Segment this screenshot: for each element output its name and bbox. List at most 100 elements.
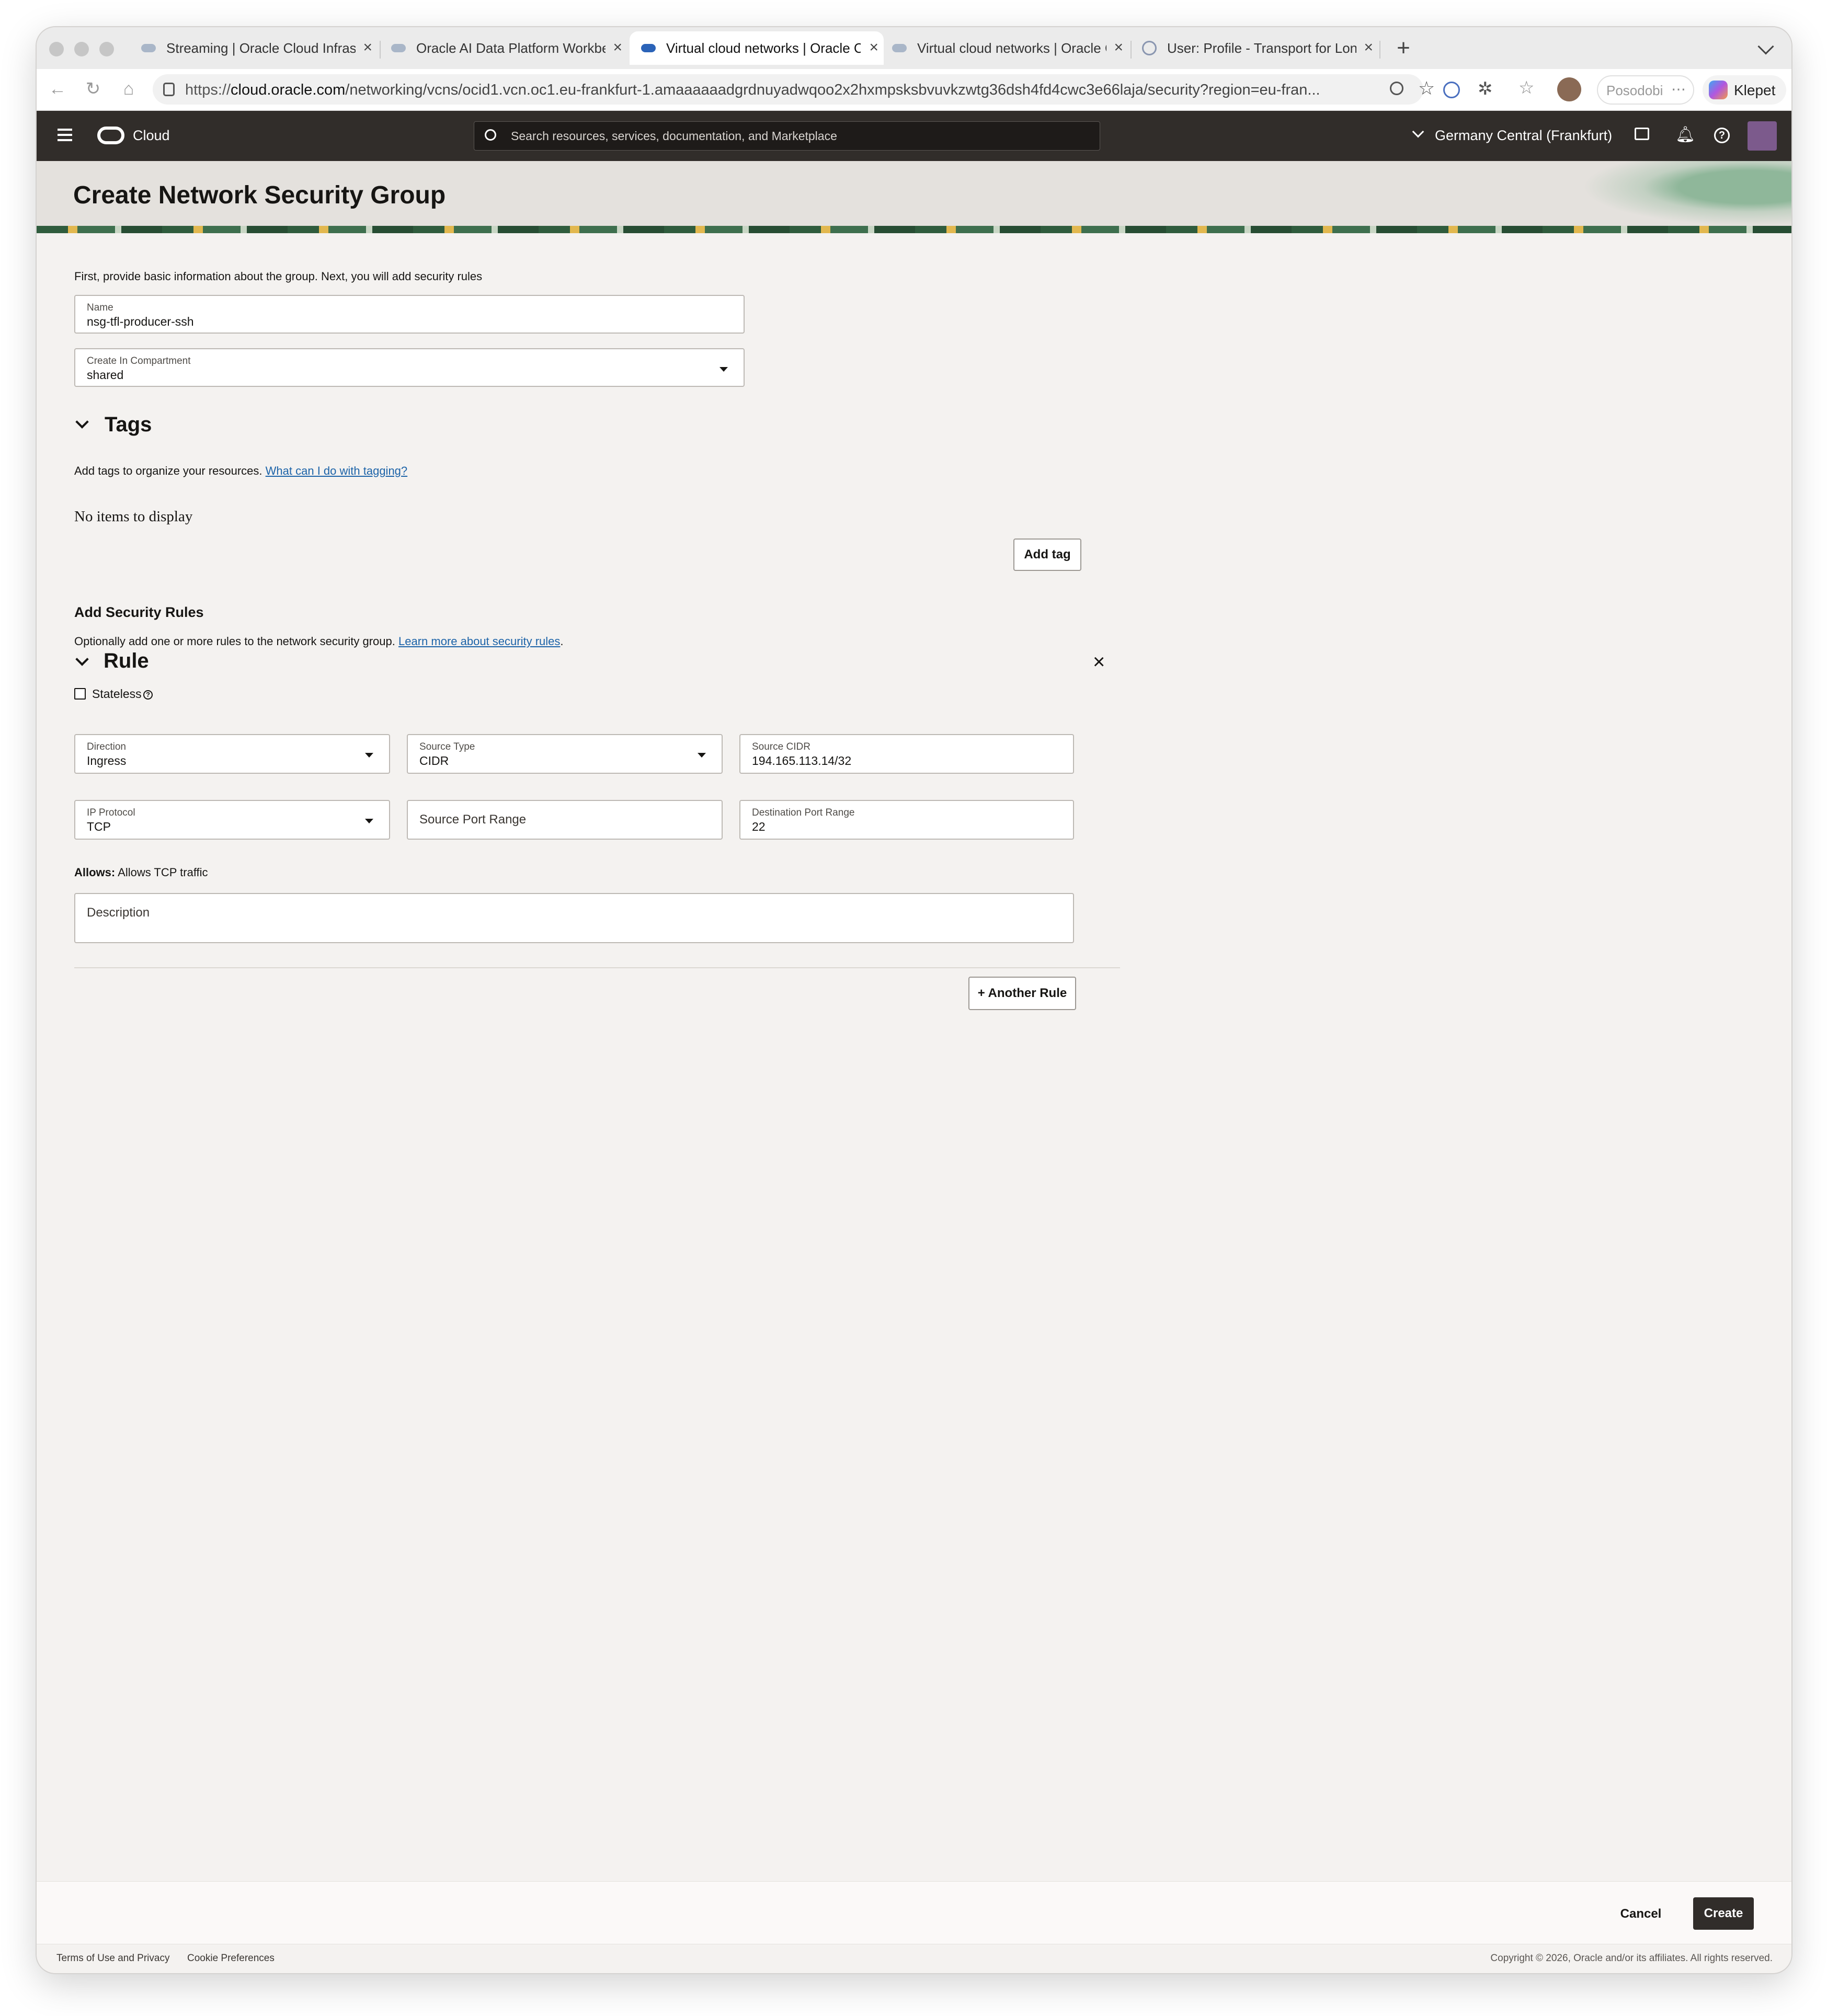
source-cidr-field[interactable]: Source CIDR 194.165.113.14/32 [739, 734, 1074, 774]
home-icon[interactable]: ⌂ [117, 77, 140, 100]
name-field-label: Name [87, 302, 113, 313]
source-type-select[interactable]: Source Type CIDR [407, 734, 723, 774]
terms-link[interactable]: Terms of Use and Privacy [56, 1953, 169, 1964]
user-avatar-icon[interactable] [1748, 121, 1777, 151]
global-search-input[interactable]: Search resources, services, documentatio… [474, 121, 1100, 151]
help-icon[interactable]: ? [1714, 128, 1730, 143]
rule-heading: Rule [104, 649, 149, 672]
source-type-value: CIDR [419, 754, 449, 768]
direction-value: Ingress [87, 754, 127, 768]
extensions-icon[interactable]: ✲ [1478, 78, 1493, 99]
compartment-select[interactable]: Create In Compartment shared [74, 348, 745, 387]
direction-label: Direction [87, 741, 126, 752]
profile-update-label: Posodobi [1606, 83, 1663, 98]
more-icon[interactable]: ⋯ [1671, 81, 1686, 98]
compartment-value: shared [87, 368, 124, 382]
add-tag-button[interactable]: Add tag [1013, 539, 1081, 571]
banner-decorative-strip [37, 226, 1791, 233]
rule-description-field[interactable]: Description [74, 893, 1074, 943]
window-zoom-button[interactable] [99, 42, 114, 56]
name-field-value: nsg-tfl-producer-ssh [87, 315, 194, 328]
rule-collapse-chevron-icon[interactable] [75, 652, 89, 666]
security-rules-heading: Add Security Rules [74, 604, 204, 620]
tab-separator [1131, 41, 1132, 59]
tab-user-profile[interactable]: User: Profile - Transport for Lon × [1135, 31, 1378, 65]
oracle-logo[interactable] [97, 127, 124, 144]
favorites-icon[interactable]: ☆ [1518, 77, 1534, 98]
cancel-button[interactable]: Cancel [1611, 1898, 1671, 1930]
cloud-icon [641, 44, 656, 52]
profile-update-button[interactable]: Posodobi ⋯ [1597, 75, 1694, 105]
security-rules-description: Optionally add one or more rules to the … [74, 635, 564, 648]
direction-select[interactable]: Direction Ingress [74, 734, 390, 774]
url-field[interactable]: https://cloud.oracle.com/networking/vcns… [153, 74, 1435, 105]
tab-streaming[interactable]: Streaming | Oracle Cloud Infrast × [134, 31, 378, 65]
window-close-button[interactable] [49, 42, 64, 56]
close-icon[interactable]: × [363, 39, 372, 56]
dropdown-caret-icon [365, 753, 373, 758]
tab-ai-data-platform[interactable]: Oracle AI Data Platform Workbe × [384, 31, 627, 65]
close-icon[interactable]: × [1364, 39, 1373, 56]
url-scheme: https:// [185, 82, 231, 98]
create-button[interactable]: Create [1693, 1897, 1754, 1930]
copyright-text: Copyright © 2026, Oracle and/or its affi… [1490, 1953, 1773, 1964]
notifications-bell-icon[interactable]: 🔔︎ [1675, 125, 1695, 144]
security-rules-help-link[interactable]: Learn more about security rules [398, 635, 560, 648]
cookie-preferences-link[interactable]: Cookie Preferences [187, 1953, 275, 1964]
tab-title: Oracle AI Data Platform Workbe [416, 40, 606, 56]
source-type-label: Source Type [419, 741, 475, 752]
window-minimize-button[interactable] [74, 42, 89, 56]
region-selector[interactable]: Germany Central (Frankfurt) [1411, 123, 1660, 148]
form-actions-bar: Cancel Create [37, 1881, 1791, 1944]
tab-list-icon[interactable] [1757, 38, 1774, 55]
stateless-help-icon[interactable]: ? [143, 690, 153, 700]
dropdown-caret-icon [720, 367, 728, 372]
source-port-range-field[interactable]: Source Port Range [407, 800, 723, 840]
hamburger-menu-icon[interactable] [58, 129, 72, 141]
remove-rule-close-icon[interactable]: × [1093, 650, 1105, 674]
tab-virtual-cloud-networks[interactable]: Virtual cloud networks | Oracle C × [885, 31, 1128, 65]
name-field[interactable]: Name nsg-tfl-producer-ssh [74, 295, 745, 334]
another-rule-button[interactable]: + Another Rule [968, 977, 1076, 1010]
tab-virtual-cloud-networks-active[interactable]: Virtual cloud networks | Oracle C × [630, 31, 884, 65]
close-icon[interactable]: × [613, 39, 622, 56]
search-icon [485, 129, 496, 141]
developer-tools-icon[interactable] [1635, 128, 1649, 140]
back-icon[interactable]: ← [46, 77, 69, 100]
tab-strip: Streaming | Oracle Cloud Infrast × Oracl… [37, 27, 1791, 69]
source-cidr-label: Source CIDR [752, 741, 810, 752]
profile-avatar[interactable] [1557, 77, 1581, 101]
source-port-range-placeholder: Source Port Range [419, 812, 527, 827]
site-info-icon[interactable] [163, 83, 175, 96]
new-tab-icon[interactable]: + [1390, 35, 1417, 62]
tags-collapse-chevron-icon[interactable] [75, 415, 89, 429]
dropdown-caret-icon [698, 753, 706, 758]
rule-description-placeholder: Description [87, 906, 150, 920]
tab-separator [1379, 41, 1380, 59]
copilot-button[interactable]: Klepet [1703, 75, 1786, 105]
dropdown-caret-icon [365, 819, 373, 823]
bookmark-star-icon[interactable]: ☆ [1418, 77, 1435, 99]
tab-title: Streaming | Oracle Cloud Infrast [166, 40, 356, 56]
password-icon[interactable] [1443, 82, 1460, 98]
tab-title: Virtual cloud networks | Oracle C [917, 40, 1106, 56]
tagging-help-link[interactable]: What can I do with tagging? [266, 464, 408, 477]
rule-divider [74, 967, 1120, 968]
close-icon[interactable]: × [1114, 39, 1123, 56]
page-title: Create Network Security Group [73, 181, 446, 209]
stateless-checkbox[interactable] [74, 688, 86, 700]
ip-protocol-value: TCP [87, 820, 111, 833]
tags-description-text: Add tags to organize your resources. [74, 464, 262, 477]
url-path: /networking/vcns/ocid1.vcn.oc1.eu-frankf… [345, 82, 1320, 98]
close-icon[interactable]: × [869, 39, 878, 56]
destination-port-range-field[interactable]: Destination Port Range 22 [739, 800, 1074, 840]
tab-title: Virtual cloud networks | Oracle C [666, 40, 861, 56]
chevron-down-icon [1412, 125, 1424, 138]
console-header: Cloud Search resources, services, docume… [37, 111, 1791, 161]
ip-protocol-select[interactable]: IP Protocol TCP [74, 800, 390, 840]
url-host: cloud.oracle.com [231, 82, 346, 98]
copilot-label: Klepet [1734, 82, 1776, 98]
allows-summary: Allows: Allows TCP traffic [74, 866, 208, 879]
reload-icon[interactable]: ↻ [82, 77, 105, 100]
zoom-icon[interactable] [1390, 82, 1403, 95]
